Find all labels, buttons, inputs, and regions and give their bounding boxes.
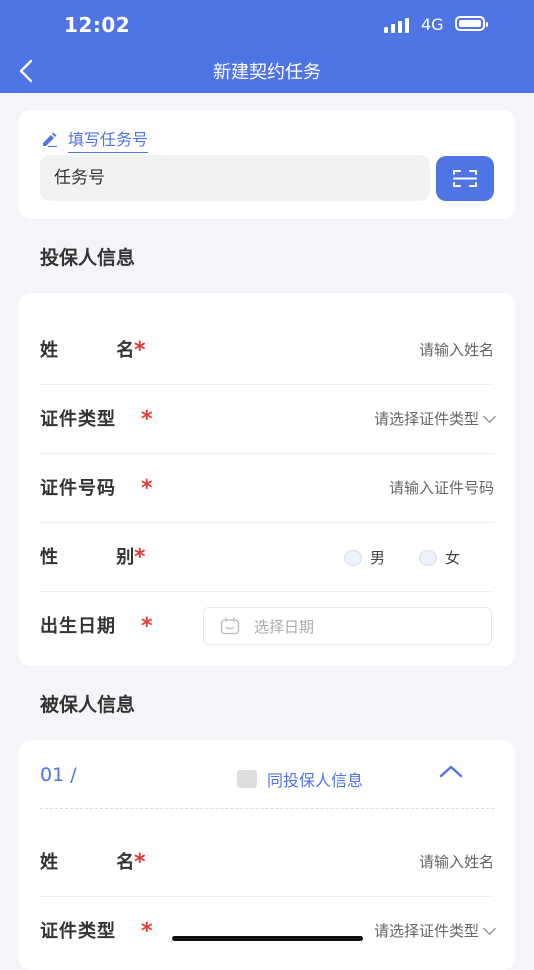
home-indicator xyxy=(172,936,363,941)
signal-icon xyxy=(384,17,412,33)
birth-date-placeholder: 选择日期 xyxy=(254,617,315,636)
required-mark: * xyxy=(141,614,153,639)
required-mark: * xyxy=(134,545,146,570)
task-label-text: 填写任务号 xyxy=(68,126,149,153)
gender-male-radio[interactable]: 男 xyxy=(344,547,385,568)
idno-label: 证件号码 xyxy=(40,478,116,499)
same-as-policyholder-checkbox[interactable]: 同投保人信息 xyxy=(237,767,363,791)
task-number-input[interactable]: 任务号 xyxy=(40,155,430,201)
gender-female-radio[interactable]: 女 xyxy=(419,547,460,568)
policyholder-gender-row: 性 别 * 男 女 xyxy=(40,523,494,592)
insured-idtype-label: 证件类型 xyxy=(40,921,116,942)
insured-item-header: 01 / 同投保人信息 xyxy=(40,758,494,809)
battery-icon xyxy=(455,16,488,31)
policyholder-name-row: 姓 名 * 请输入姓名 xyxy=(40,316,494,385)
radio-circle-icon xyxy=(344,549,362,566)
birth-label: 出生日期 xyxy=(40,616,116,637)
insured-idtype-select-text: 请选择证件类型 xyxy=(373,922,479,940)
pencil-icon xyxy=(43,132,57,147)
collapse-button[interactable] xyxy=(438,762,464,782)
required-mark: * xyxy=(134,850,146,875)
insured-section-title: 被保人信息 xyxy=(40,694,136,716)
idtype-label: 证件类型 xyxy=(40,409,116,430)
scan-button[interactable] xyxy=(436,156,494,201)
policyholder-birth-row: 出生日期 * 选择日期 xyxy=(40,592,494,661)
insured-index: 01 / xyxy=(40,764,77,786)
gender-female-label: 女 xyxy=(445,549,461,567)
status-bar: 12:02 4G xyxy=(0,0,534,50)
required-mark: * xyxy=(141,919,153,944)
gender-male-label: 男 xyxy=(370,549,386,567)
radio-circle-icon xyxy=(419,549,437,566)
checkbox-icon xyxy=(237,770,257,788)
chevron-down-icon xyxy=(483,410,496,423)
chevron-down-icon xyxy=(483,922,496,935)
chevron-up-icon xyxy=(439,765,463,778)
network-type: 4G xyxy=(421,15,444,34)
task-label: 填写任务号 xyxy=(40,126,149,153)
scan-icon xyxy=(453,170,477,187)
insured-name-input[interactable]: 请输入姓名 xyxy=(419,828,494,897)
status-time: 12:02 xyxy=(64,13,131,37)
required-mark: * xyxy=(141,476,153,501)
idtype-select[interactable]: 请选择证件类型 xyxy=(373,385,496,454)
insured-idtype-select[interactable]: 请选择证件类型 xyxy=(373,897,496,966)
calendar-icon xyxy=(220,617,240,635)
page-title: 新建契约任务 xyxy=(213,62,321,83)
idno-input[interactable]: 请输入证件号码 xyxy=(389,454,494,523)
same-as-policyholder-label: 同投保人信息 xyxy=(267,771,364,790)
required-mark: * xyxy=(141,407,153,432)
policyholder-idno-row: 证件号码 * 请输入证件号码 xyxy=(40,454,494,523)
birth-date-picker[interactable]: 选择日期 xyxy=(203,607,492,645)
app-header: 12:02 4G 新建契约任务 xyxy=(0,0,534,93)
name-input[interactable]: 请输入姓名 xyxy=(419,316,494,385)
insured-name-row: 姓 名 * 请输入姓名 xyxy=(40,828,494,897)
idtype-select-text: 请选择证件类型 xyxy=(373,410,479,428)
insured-idtype-row: 证件类型 * 请选择证件类型 xyxy=(40,897,496,966)
policyholder-section-title: 投保人信息 xyxy=(40,247,136,269)
policyholder-idtype-row: 证件类型 * 请选择证件类型 xyxy=(40,385,496,454)
required-mark: * xyxy=(134,338,146,363)
